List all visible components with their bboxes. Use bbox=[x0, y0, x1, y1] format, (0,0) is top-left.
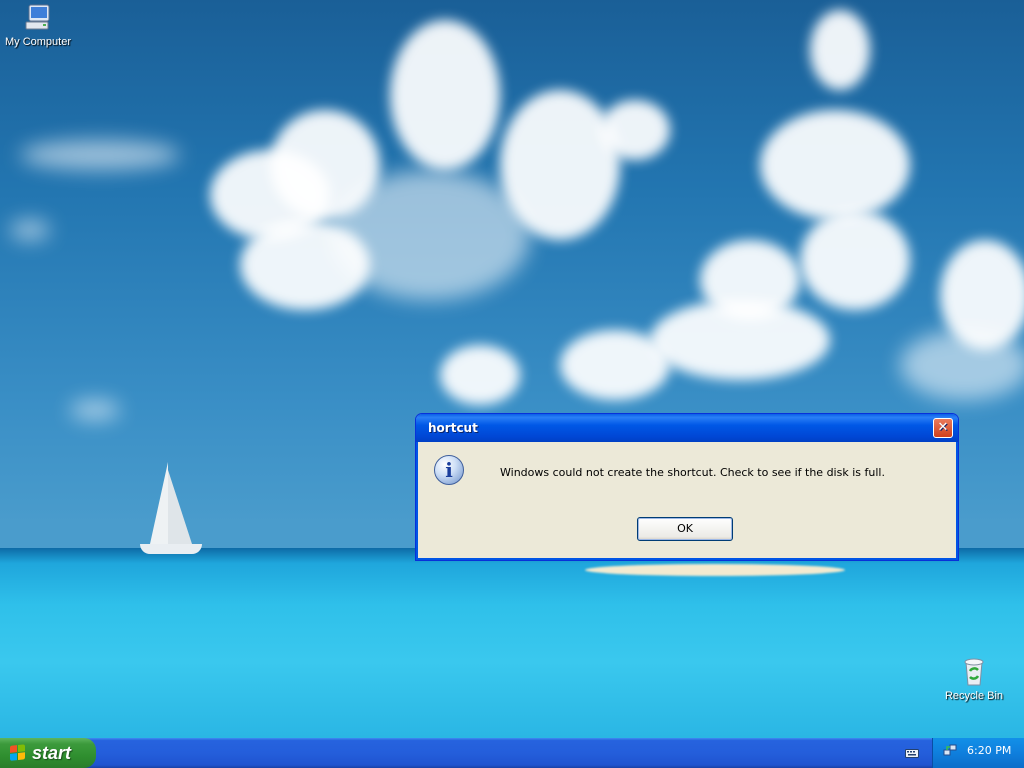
taskbar: start 6:20 PM bbox=[0, 738, 1024, 768]
network-icon[interactable] bbox=[943, 744, 957, 758]
desktop-icon-label: Recycle Bin bbox=[944, 690, 1004, 702]
start-label: start bbox=[32, 743, 72, 763]
dialog-body: i Windows could not create the shortcut.… bbox=[420, 442, 954, 556]
desktop-wallpaper bbox=[0, 0, 1024, 738]
wallpaper-cloud bbox=[390, 20, 500, 170]
wallpaper-cloud bbox=[20, 140, 180, 170]
wallpaper-cloud bbox=[810, 10, 870, 90]
my-computer-icon bbox=[25, 4, 50, 30]
wallpaper-cloud bbox=[440, 345, 520, 405]
close-button[interactable]: ✕ bbox=[933, 418, 953, 438]
wallpaper-cloud bbox=[800, 210, 910, 310]
wallpaper-cloud bbox=[70, 400, 120, 420]
desktop-icon-label: My Computer bbox=[4, 36, 72, 48]
wallpaper-cloud bbox=[600, 100, 670, 160]
sailboat-sail bbox=[168, 470, 192, 544]
wallpaper-cloud bbox=[10, 220, 50, 240]
sailboat-sail bbox=[150, 462, 168, 544]
wallpaper-cloud bbox=[330, 170, 530, 300]
wallpaper-cloud bbox=[760, 110, 910, 220]
desktop-icon-my-computer[interactable]: My Computer bbox=[0, 2, 78, 48]
wallpaper-sea bbox=[0, 548, 1024, 738]
wallpaper-cloud bbox=[650, 300, 830, 380]
keyboard-icon[interactable] bbox=[905, 747, 919, 759]
recycle-bin-icon bbox=[964, 658, 984, 686]
close-icon: ✕ bbox=[937, 420, 949, 435]
dialog-titlebar[interactable]: hortcut ✕ bbox=[416, 414, 958, 442]
information-icon: i bbox=[434, 455, 464, 485]
system-tray: 6:20 PM bbox=[932, 738, 1024, 768]
dialog-title: hortcut bbox=[428, 421, 478, 435]
start-button[interactable]: start bbox=[0, 738, 96, 768]
error-dialog: hortcut ✕ i Windows could not create the… bbox=[415, 413, 959, 561]
sailboat-hull bbox=[140, 544, 202, 554]
windows-logo-icon bbox=[10, 744, 26, 762]
desktop-icon-recycle-bin[interactable]: Recycle Bin bbox=[934, 656, 1014, 702]
wallpaper-cloud bbox=[560, 330, 670, 400]
wallpaper-sandbar bbox=[585, 564, 845, 576]
wallpaper-cloud bbox=[900, 330, 1024, 400]
ok-button[interactable]: OK bbox=[637, 517, 733, 541]
clock[interactable]: 6:20 PM bbox=[967, 738, 1011, 764]
dialog-message: Windows could not create the shortcut. C… bbox=[500, 466, 885, 479]
